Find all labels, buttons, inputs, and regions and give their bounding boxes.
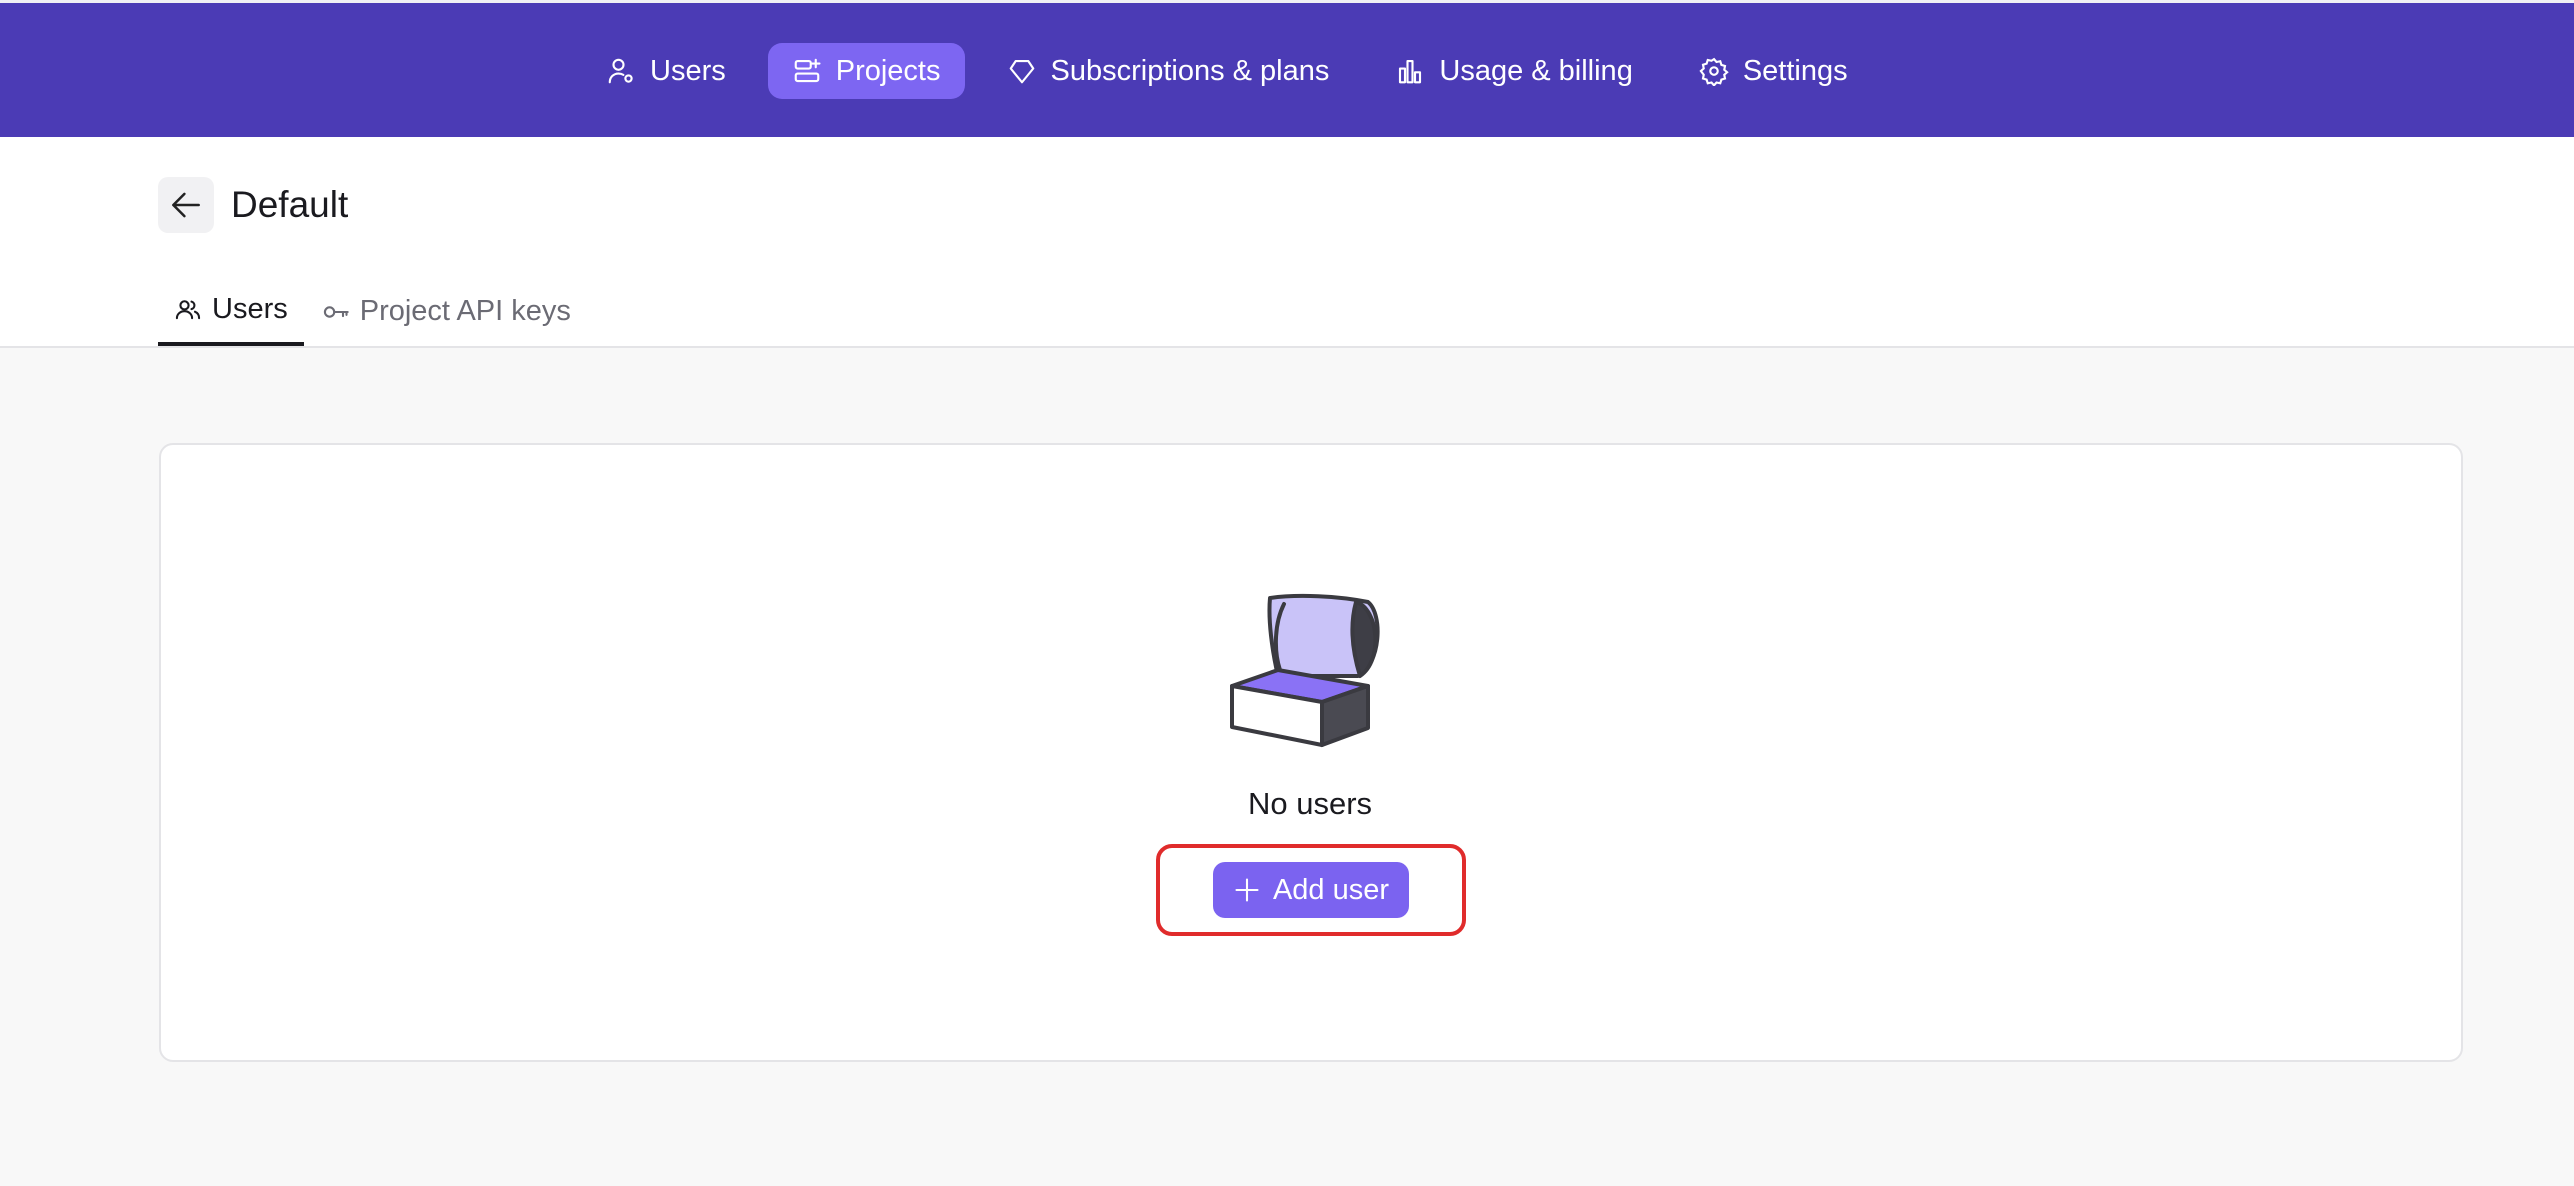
top-nav: Users Projects Subscriptions & plans Usa… [582,42,1890,100]
nav-item-settings[interactable]: Settings [1675,43,1872,99]
back-button[interactable] [158,177,214,233]
users-icon [175,299,201,319]
nav-item-usage-billing[interactable]: Usage & billing [1371,43,1656,99]
plus-icon [1235,878,1259,902]
nav-item-label: Usage & billing [1439,54,1633,87]
bar-chart-icon [1399,59,1422,84]
tab-project-api-keys[interactable]: Project API keys [306,277,587,346]
nav-item-users[interactable]: Users [582,43,750,99]
project-tabs: Users Project API keys [158,277,589,348]
page-header: Default Users Project API keys [0,137,2574,348]
top-navigation-bar: Users Projects Subscriptions & plans Usa… [0,0,2574,137]
tab-label: Users [212,293,288,325]
diamond-icon [1009,59,1034,84]
key-icon [323,305,349,318]
nav-item-label: Users [650,54,726,87]
open-chest-illustration [1230,593,1380,747]
projects-icon [794,58,821,83]
nav-item-projects[interactable]: Projects [767,43,965,99]
user-gear-icon [608,58,633,84]
gear-icon [1699,57,1729,86]
users-card [159,443,2463,1062]
nav-item-subscriptions[interactable]: Subscriptions & plans [983,43,1354,99]
arrow-left-icon [172,192,200,218]
page-title: Default [231,184,349,225]
add-user-button-label: Add user [1272,873,1390,906]
empty-state-message: No users [1247,786,1373,821]
nav-item-label: Projects [835,54,941,87]
nav-item-label: Settings [1742,54,1848,87]
tab-users[interactable]: Users [158,277,304,346]
add-user-button[interactable]: Add user [1213,862,1409,918]
tab-label: Project API keys [359,295,571,327]
nav-item-label: Subscriptions & plans [1050,54,1330,87]
